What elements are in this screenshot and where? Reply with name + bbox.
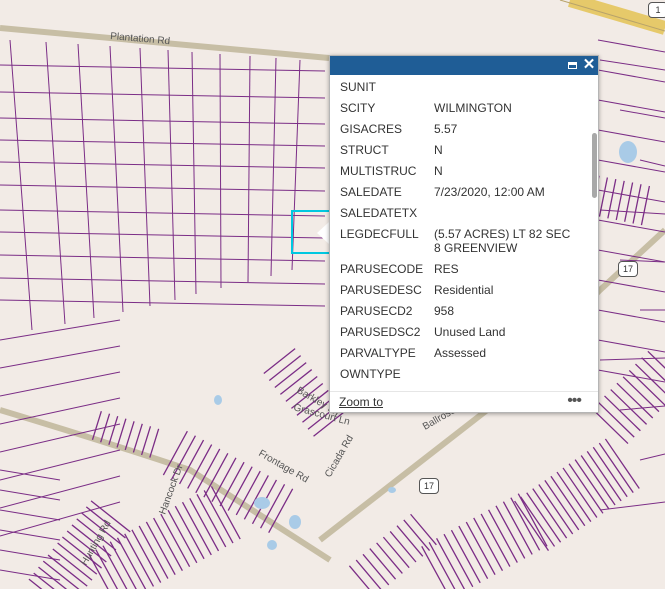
attribute-value: Residential — [434, 283, 494, 297]
attribute-value — [434, 367, 574, 381]
attribute-row: STRUCT N — [330, 138, 592, 159]
attribute-value: Unused Land — [434, 325, 506, 339]
attribute-value — [434, 80, 574, 94]
attribute-name: GISACRES — [340, 122, 403, 136]
attribute-name: STRUCT — [340, 143, 389, 157]
attribute-value: Assessed — [434, 346, 487, 360]
popup-header: ✕ — [330, 56, 598, 75]
attribute-row: MULTISTRUC N — [330, 159, 592, 180]
close-icon[interactable]: ✕ — [581, 57, 597, 73]
attribute-name: OWNTYPE — [340, 367, 401, 381]
attribute-row: LEGDECFULL (5.57 ACRES) LT 82 SEC 8 GREEN… — [330, 222, 592, 257]
attribute-row: PARUSECODE RES — [330, 257, 592, 278]
maximize-icon[interactable] — [564, 57, 580, 73]
attribute-row: PARUSECD2 958 — [330, 299, 592, 320]
popup-pointer — [317, 222, 329, 244]
feature-popup: ✕ SUNIT SCITY WILMINGTON GISACRES 5.57 STRUCT… — [329, 55, 599, 413]
attribute-name: SCITY — [340, 101, 376, 115]
attribute-name: PARVALTYPE — [340, 346, 416, 360]
attribute-row: PARUSEDSC2 Unused Land — [330, 320, 592, 341]
zoom-to-link[interactable]: Zoom to — [339, 395, 383, 409]
attribute-row: SALEDATE 7/23/2020, 12:00 AM — [330, 180, 592, 201]
attribute-name: PARUSEDESC — [340, 283, 422, 297]
attribute-row: SUNIT — [330, 75, 592, 96]
popup-body[interactable]: SUNIT SCITY WILMINGTON GISACRES 5.57 STRUCT N M… — [330, 75, 592, 392]
attribute-name: SUNIT — [340, 80, 376, 94]
attribute-row: GISACRES 5.57 — [330, 117, 592, 138]
attribute-row: SALEDATETX — [330, 201, 592, 222]
attribute-row: SCITY WILMINGTON — [330, 96, 592, 117]
attribute-name: PARUSECD2 — [340, 304, 413, 318]
route-shield: 17 — [618, 261, 638, 277]
attribute-value: WILMINGTON — [434, 101, 512, 115]
attribute-row: PARUSEDESC Residential — [330, 278, 592, 299]
attribute-name: SALEDATE — [340, 185, 402, 199]
attribute-name: LEGDECFULL — [340, 227, 419, 241]
attribute-name: SALEDATETX — [340, 206, 418, 220]
attribute-value — [434, 206, 574, 220]
route-shield: 17 — [419, 478, 439, 494]
popup-scrollbar[interactable] — [592, 133, 597, 198]
attribute-value: N — [434, 164, 443, 178]
attribute-value: N — [434, 143, 443, 157]
route-shield: 1 — [648, 2, 665, 18]
popup-footer: Zoom to ••• — [330, 391, 598, 412]
attribute-name: PARUSEDSC2 — [340, 325, 421, 339]
attribute-value: 958 — [434, 304, 455, 318]
attribute-value: RES — [434, 262, 459, 276]
attribute-row: OWNTYPE — [330, 362, 592, 383]
attribute-value: (5.57 ACRES) LT 82 SEC 8 GREENVIEW — [434, 227, 571, 255]
attribute-name: MULTISTRUC — [340, 164, 417, 178]
attribute-value: 7/23/2020, 12:00 AM — [434, 185, 545, 199]
more-options-icon[interactable]: ••• — [567, 392, 582, 410]
attribute-name: PARUSECODE — [340, 262, 424, 276]
attribute-value: 5.57 — [434, 122, 458, 136]
attribute-row: PARVALTYPE Assessed — [330, 341, 592, 362]
